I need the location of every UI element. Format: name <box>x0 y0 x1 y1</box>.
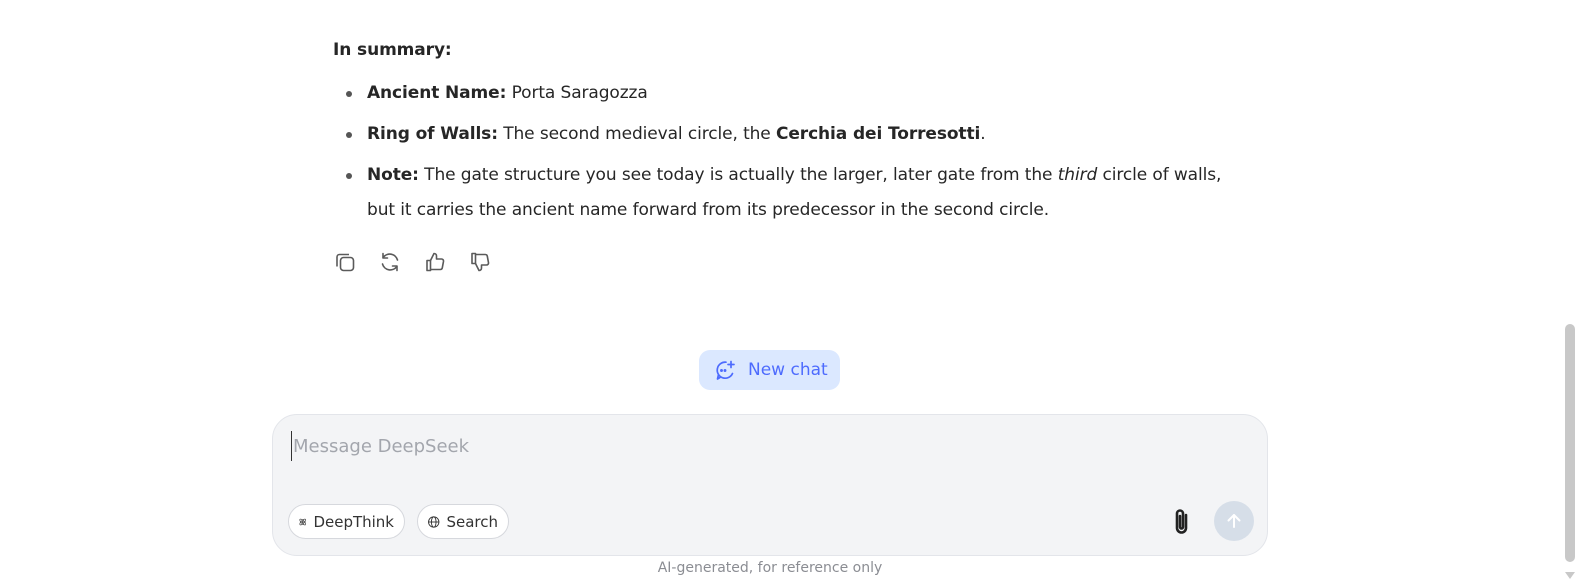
assistant-message: In summary: Ancient Name: Porta Saragozz… <box>333 36 1253 234</box>
thumbs-down-icon <box>471 252 490 272</box>
deepthink-label: DeepThink <box>313 512 394 531</box>
new-chat-icon <box>716 360 735 380</box>
search-label: Search <box>446 512 498 531</box>
thumbs-up-icon <box>426 252 445 272</box>
summary-heading: In summary: <box>333 40 452 60</box>
bullet-text: Porta Saragozza <box>506 83 648 103</box>
message-actions <box>333 249 492 275</box>
regenerate-button[interactable] <box>378 249 402 275</box>
bullet-bold-text: Cerchia dei Torresotti <box>775 124 981 144</box>
bullet-italic-text: third <box>1057 165 1098 185</box>
copy-button[interactable] <box>333 249 357 275</box>
bullet-label: Ring of Walls: <box>367 124 498 144</box>
like-button[interactable] <box>423 249 447 275</box>
summary-list: Ancient Name: Porta Saragozza Ring of Wa… <box>333 76 1253 228</box>
new-chat-label: New chat <box>748 360 828 380</box>
copy-icon <box>336 253 355 272</box>
attach-file-button[interactable] <box>1167 504 1197 540</box>
chat-page: In summary: Ancient Name: Porta Saragozz… <box>0 0 1579 586</box>
message-composer: DeepThink Search <box>272 414 1268 556</box>
bullet-text: . <box>980 124 986 144</box>
list-item: Ring of Walls: The second medieval circl… <box>333 117 1253 152</box>
bullet-label: Ancient Name: <box>367 83 507 103</box>
dislike-button[interactable] <box>468 249 492 275</box>
disclaimer-text: AI-generated, for reference only <box>657 560 883 576</box>
paperclip-icon <box>1175 509 1188 534</box>
send-button[interactable] <box>1214 501 1254 541</box>
deepthink-toggle[interactable]: DeepThink <box>288 504 405 539</box>
regenerate-icon <box>381 252 399 272</box>
list-item: Note: The gate structure you see today i… <box>333 158 1253 228</box>
atom-icon <box>299 518 306 525</box>
scroll-down-arrow-icon[interactable] <box>1565 572 1575 579</box>
message-input[interactable] <box>291 431 1191 461</box>
globe-icon <box>428 515 440 528</box>
scrollbar[interactable] <box>1562 0 1579 586</box>
new-chat-button[interactable]: New chat <box>699 350 840 390</box>
list-item: Ancient Name: Porta Saragozza <box>333 76 1253 111</box>
bullet-label: Note: <box>367 165 419 185</box>
arrow-up-icon <box>1227 514 1241 528</box>
bullet-text: The second medieval circle, the <box>497 124 776 144</box>
scrollbar-thumb[interactable] <box>1565 324 1575 562</box>
search-toggle[interactable]: Search <box>417 504 509 539</box>
bullet-text: The gate structure you see today is actu… <box>418 165 1058 185</box>
